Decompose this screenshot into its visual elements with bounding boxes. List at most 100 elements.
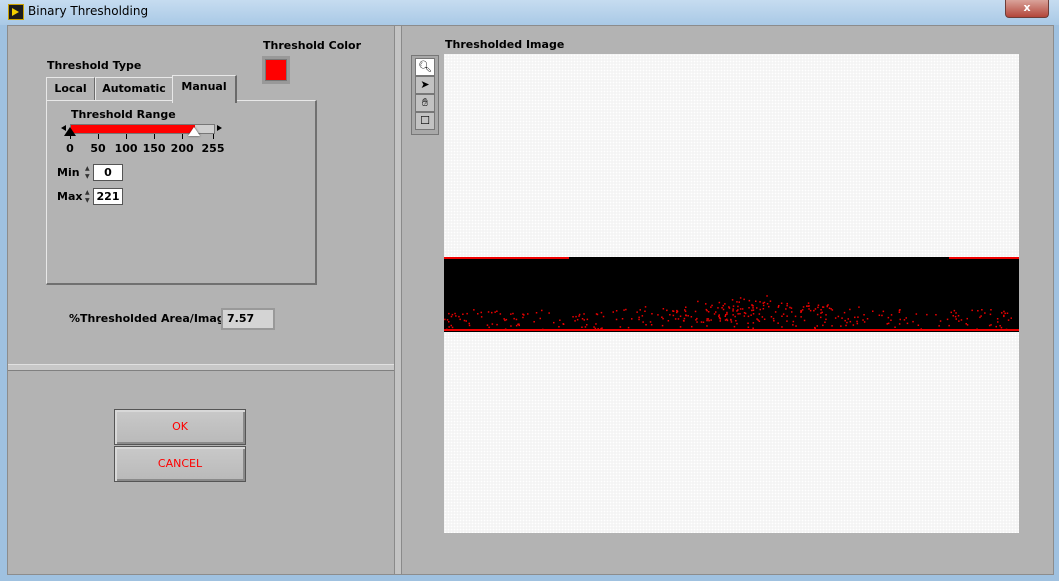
- threshold-speckle: [751, 304, 754, 307]
- threshold-speckle: [747, 326, 750, 328]
- threshold-speckle: [747, 315, 750, 318]
- threshold-speckle: [834, 317, 837, 319]
- threshold-speckle: [781, 315, 783, 317]
- rectangle-icon[interactable]: ☐: [415, 112, 435, 130]
- threshold-speckle: [674, 318, 677, 320]
- threshold-speckle: [785, 308, 787, 310]
- threshold-speckle: [766, 303, 769, 305]
- zoom-icon[interactable]: 🔍︎: [415, 58, 435, 76]
- threshold-speckle: [593, 326, 595, 328]
- threshold-speckle: [822, 306, 825, 308]
- threshold-speckle: [499, 313, 502, 315]
- threshold-color-swatch[interactable]: [262, 56, 290, 84]
- pointer-icon[interactable]: ➤: [415, 76, 435, 94]
- threshold-speckle: [1003, 310, 1005, 313]
- tab-automatic[interactable]: Automatic: [95, 77, 173, 101]
- threshold-speckle: [756, 307, 758, 309]
- threshold-speckle: [990, 309, 992, 311]
- threshold-speckle: [641, 315, 644, 317]
- threshold-speckle: [774, 311, 777, 313]
- slider-tick-label: 0: [66, 142, 74, 155]
- threshold-speckle: [718, 316, 721, 319]
- threshold-speckle: [735, 320, 737, 322]
- threshold-speckle: [706, 318, 708, 320]
- thresholded-image[interactable]: [444, 54, 1019, 533]
- threshold-speckle: [494, 311, 496, 313]
- threshold-speckle: [685, 314, 687, 317]
- threshold-speckle: [826, 305, 828, 308]
- threshold-speckle: [752, 327, 754, 329]
- ok-button[interactable]: OK: [114, 409, 246, 445]
- threshold-speckle: [849, 320, 852, 323]
- threshold-speckle: [997, 321, 999, 323]
- horizontal-splitter[interactable]: [8, 364, 394, 371]
- vertical-splitter[interactable]: [394, 26, 402, 574]
- max-spinner[interactable]: ▲ ▼: [85, 189, 91, 205]
- threshold-speckle: [857, 316, 859, 318]
- threshold-speckle: [462, 313, 464, 315]
- threshold-speckle: [684, 310, 687, 313]
- slider-tick: [154, 134, 156, 139]
- threshold-speckle: [719, 320, 721, 322]
- threshold-speckle: [644, 310, 646, 312]
- threshold-speckle: [468, 324, 471, 327]
- threshold-speckle: [513, 317, 515, 320]
- threshold-speckle: [450, 315, 453, 318]
- threshold-speckle: [981, 309, 983, 311]
- threshold-speckle: [840, 325, 842, 327]
- threshold-speckle: [446, 328, 448, 331]
- min-spinner[interactable]: ▲ ▼: [85, 165, 91, 181]
- threshold-speckle: [575, 315, 577, 318]
- threshold-speckle: [738, 301, 740, 303]
- pan-hand-icon[interactable]: ✋︎: [415, 94, 435, 112]
- threshold-speckle: [770, 316, 773, 318]
- threshold-speckle: [831, 309, 834, 311]
- threshold-speckle: [802, 306, 805, 308]
- threshold-speckle: [444, 318, 446, 321]
- threshold-speckle: [684, 309, 686, 311]
- threshold-speckle: [595, 323, 597, 325]
- threshold-speckle: [808, 305, 810, 307]
- band-top-edge-right: [949, 257, 1019, 259]
- threshold-speckle: [722, 304, 724, 307]
- threshold-speckle: [644, 306, 647, 308]
- threshold-speckle: [748, 307, 750, 309]
- threshold-speckle: [758, 320, 761, 322]
- threshold-speckle: [510, 325, 512, 327]
- slider-increment-arrow[interactable]: [217, 125, 222, 131]
- threshold-speckle: [772, 317, 775, 320]
- threshold-speckle: [794, 315, 797, 318]
- max-slider-thumb[interactable]: [187, 127, 200, 136]
- threshold-speckle: [926, 313, 928, 316]
- tab-manual[interactable]: Manual: [172, 75, 237, 103]
- threshold-speckle: [574, 320, 576, 322]
- threshold-speckle: [463, 319, 466, 322]
- threshold-speckle: [748, 299, 751, 302]
- threshold-speckle: [548, 312, 550, 314]
- slider-tick: [126, 134, 128, 139]
- threshold-speckle: [852, 324, 855, 326]
- threshold-speckle: [820, 316, 822, 319]
- threshold-speckle: [578, 313, 581, 316]
- min-input[interactable]: 0: [93, 164, 123, 181]
- threshold-speckle: [813, 309, 815, 312]
- threshold-speckle: [808, 308, 810, 310]
- tab-local[interactable]: Local: [46, 77, 95, 101]
- threshold-speckle: [639, 309, 641, 311]
- threshold-speckle: [539, 317, 541, 320]
- threshold-speckle: [613, 329, 615, 331]
- threshold-speckle: [790, 307, 793, 309]
- threshold-speckle: [558, 326, 560, 328]
- max-input[interactable]: 221: [93, 188, 123, 205]
- threshold-speckle: [824, 321, 826, 323]
- close-button[interactable]: x: [1005, 0, 1049, 18]
- threshold-speckle: [800, 316, 802, 318]
- threshold-speckle: [728, 307, 731, 309]
- threshold-speckle: [657, 314, 659, 316]
- threshold-speckle: [763, 301, 766, 304]
- threshold-speckle: [455, 315, 457, 317]
- threshold-speckle: [845, 324, 847, 327]
- slider-tick: [70, 134, 71, 139]
- threshold-speckle: [706, 319, 708, 322]
- cancel-button[interactable]: CANCEL: [114, 446, 246, 482]
